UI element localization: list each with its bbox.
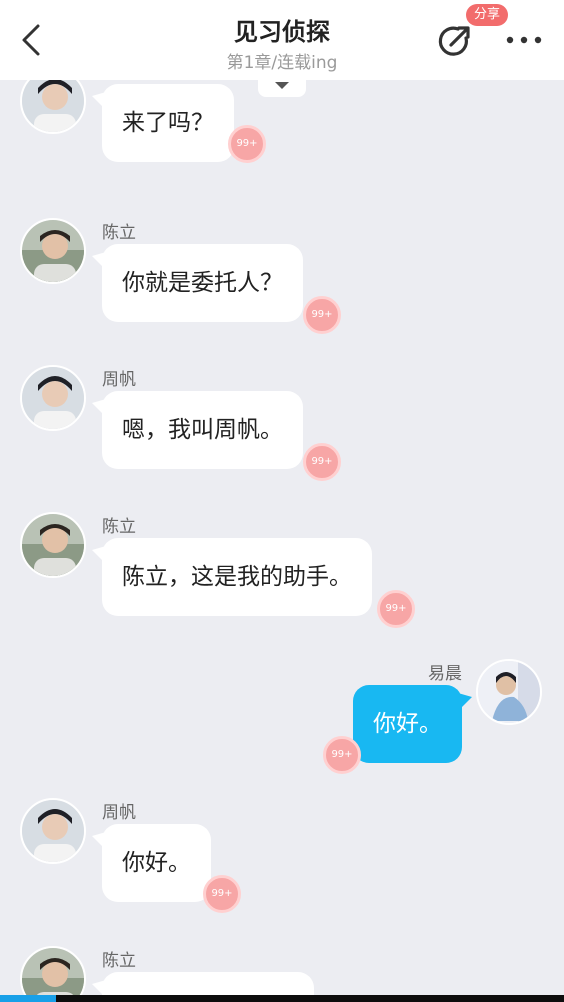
- like-badge[interactable]: 99+: [303, 443, 341, 481]
- like-badge[interactable]: 99+: [203, 875, 241, 913]
- avatar-chenli[interactable]: [20, 946, 86, 995]
- more-icon[interactable]: [504, 28, 544, 52]
- sender-name: 周帆: [102, 80, 136, 83]
- avatar-zhoufan[interactable]: [20, 80, 86, 134]
- top-bar: 见习侦探 第1章/连载ing 分享: [0, 0, 564, 80]
- avatar-chenli[interactable]: [20, 512, 86, 578]
- avatar-chenli[interactable]: [20, 218, 86, 284]
- sender-name: 陈立: [102, 951, 136, 971]
- sender-name: 陈立: [102, 517, 136, 537]
- chat-list[interactable]: 周帆 来了吗？ 99+ 陈立 你就是委托人？ 99+ 周帆 嗯，我叫周帆。 99…: [0, 80, 564, 995]
- collapse-tab[interactable]: [258, 80, 306, 97]
- avatar-yichen[interactable]: [476, 659, 542, 725]
- message-bubble[interactable]: 陈立，这是我的助手。: [102, 538, 372, 616]
- like-badge[interactable]: 99+: [377, 590, 415, 628]
- chevron-down-icon: [275, 82, 289, 89]
- sender-name: 周帆: [102, 370, 136, 390]
- chapter-subtitle[interactable]: 第1章/连载ing: [0, 48, 564, 73]
- sender-name: 易晨: [428, 664, 462, 684]
- avatar-zhoufan[interactable]: [20, 798, 86, 864]
- sender-name: 陈立: [102, 223, 136, 243]
- like-badge[interactable]: 99+: [323, 736, 361, 774]
- reading-progress-bar: [0, 995, 564, 1002]
- reading-progress-fill: [0, 995, 56, 1002]
- message-bubble[interactable]: [102, 972, 314, 995]
- message-bubble[interactable]: 你好。: [102, 824, 211, 902]
- message-bubble[interactable]: 来了吗？: [102, 84, 234, 162]
- message-bubble[interactable]: 你就是委托人？: [102, 244, 303, 322]
- like-badge[interactable]: 99+: [228, 125, 266, 163]
- message-bubble[interactable]: 嗯，我叫周帆。: [102, 391, 303, 469]
- share-badge[interactable]: 分享: [466, 4, 509, 26]
- share-icon[interactable]: [436, 22, 474, 60]
- like-badge[interactable]: 99+: [303, 296, 341, 334]
- message-bubble[interactable]: 你好。: [353, 685, 462, 763]
- avatar-zhoufan[interactable]: [20, 365, 86, 431]
- sender-name: 周帆: [102, 803, 136, 823]
